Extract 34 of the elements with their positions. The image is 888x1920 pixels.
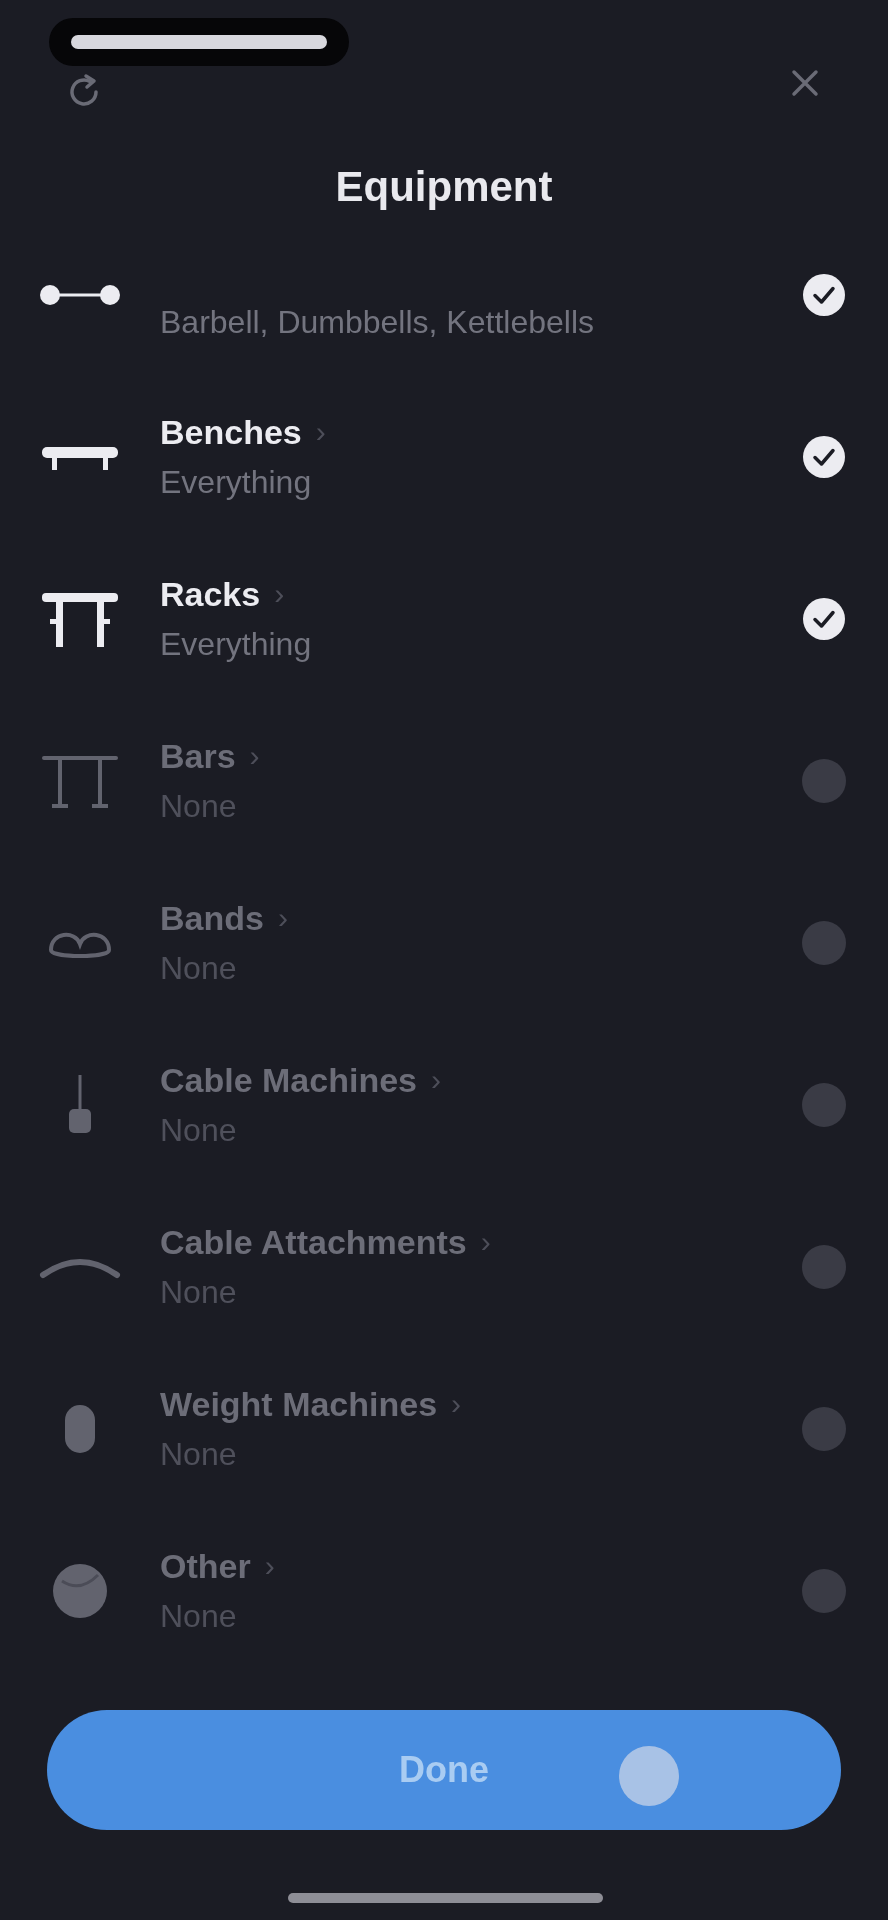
chevron-icon[interactable]: › xyxy=(431,1057,441,1103)
category-title[interactable]: Other xyxy=(160,1543,251,1589)
checked-circle-icon[interactable] xyxy=(802,435,846,479)
category-title[interactable]: Bands xyxy=(160,895,264,941)
category-summary: Barbell, Dumbbells, Kettlebells xyxy=(160,303,594,342)
empty-circle-icon[interactable] xyxy=(802,1083,846,1127)
checked-circle-icon[interactable] xyxy=(802,597,846,641)
empty-circle-icon[interactable] xyxy=(802,1407,846,1451)
chevron-icon[interactable]: › xyxy=(315,409,326,455)
close-icon[interactable] xyxy=(790,68,820,98)
category-title[interactable]: Bars xyxy=(160,733,236,779)
screen-title: Equipment xyxy=(335,162,553,212)
ball-icon xyxy=(52,1563,108,1619)
touch-indicator-icon xyxy=(619,1746,679,1806)
empty-circle-icon[interactable] xyxy=(802,1245,846,1289)
chevron-icon[interactable]: › xyxy=(249,733,260,779)
chevron-icon[interactable]: › xyxy=(264,1543,275,1589)
category-title[interactable]: Benches xyxy=(160,409,302,455)
category-title[interactable]: Cable Machines xyxy=(160,1057,417,1103)
category-summary: Everything xyxy=(160,625,312,664)
chevron-icon[interactable]: › xyxy=(277,895,288,941)
empty-circle-icon[interactable] xyxy=(802,921,846,965)
category-title[interactable]: Cable Attachments xyxy=(160,1219,467,1265)
empty-circle-icon[interactable] xyxy=(802,759,846,803)
category-title[interactable]: Weight Machines xyxy=(160,1381,438,1427)
category-title[interactable]: Racks xyxy=(160,571,261,617)
checked-circle-icon[interactable] xyxy=(802,273,846,317)
chevron-icon[interactable]: › xyxy=(480,1219,491,1265)
chevron-icon[interactable]: › xyxy=(451,1381,462,1427)
done-button[interactable]: Done xyxy=(47,1710,841,1830)
dumbbell-icon xyxy=(40,284,120,306)
chevron-icon[interactable]: › xyxy=(274,571,285,617)
empty-circle-icon[interactable] xyxy=(802,1569,846,1613)
category-summary: Everything xyxy=(160,463,312,502)
